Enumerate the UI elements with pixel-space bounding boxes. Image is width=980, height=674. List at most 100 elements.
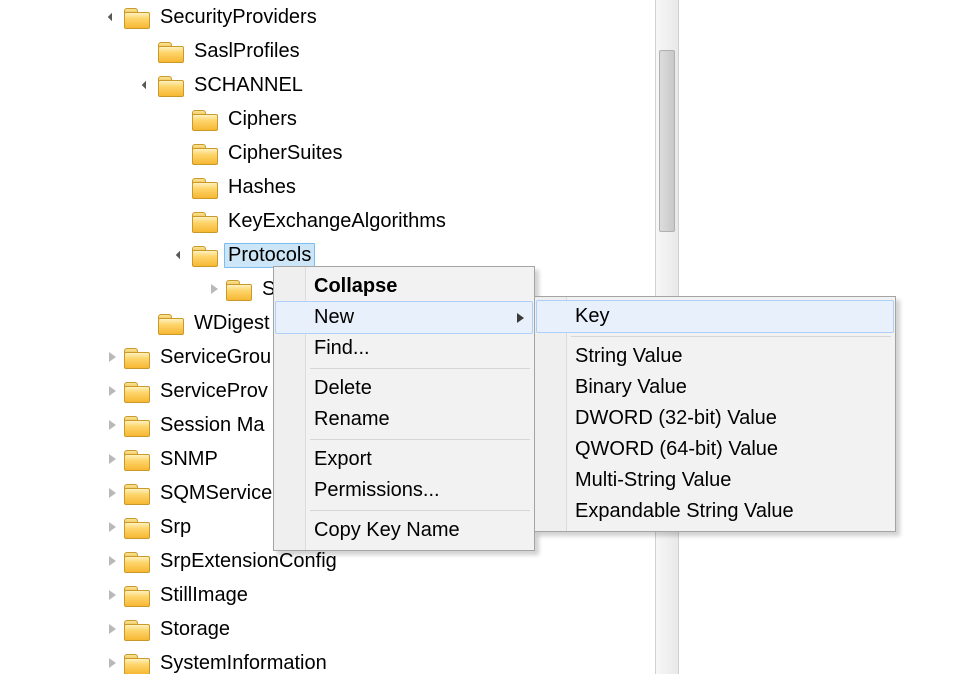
tree-item[interactable]: Hashes bbox=[0, 170, 655, 204]
menu-item[interactable]: Export bbox=[276, 444, 532, 475]
folder-icon bbox=[124, 6, 150, 28]
menu-separator bbox=[571, 336, 891, 337]
menu-item-label: DWORD (32-bit) Value bbox=[575, 407, 777, 429]
tree-item-label[interactable]: Protocols bbox=[224, 243, 315, 268]
menu-item-label: Key bbox=[575, 305, 609, 327]
tree-item-label[interactable]: StillImage bbox=[156, 583, 252, 608]
tree-item[interactable]: SystemInformation bbox=[0, 646, 655, 674]
folder-icon bbox=[124, 482, 150, 504]
expand-icon[interactable] bbox=[204, 279, 224, 299]
folder-icon bbox=[192, 108, 218, 130]
folder-icon bbox=[124, 550, 150, 572]
menu-item[interactable]: Expandable String Value bbox=[537, 496, 893, 527]
folder-icon bbox=[124, 346, 150, 368]
tree-item[interactable]: KeyExchangeAlgorithms bbox=[0, 204, 655, 238]
context-menu: Collapse New Find... Delete Rename Export Perm… bbox=[273, 266, 535, 551]
tree-item-label[interactable]: SecurityProviders bbox=[156, 5, 321, 30]
expand-icon[interactable] bbox=[102, 347, 122, 367]
menu-item[interactable]: Copy Key Name bbox=[276, 515, 532, 546]
menu-item-label: Expandable String Value bbox=[575, 500, 794, 522]
menu-item[interactable]: Binary Value bbox=[537, 372, 893, 403]
menu-item[interactable]: Find... bbox=[276, 333, 532, 364]
menu-separator bbox=[310, 439, 530, 440]
tree-item-label[interactable]: SQMService bbox=[156, 481, 276, 506]
menu-item[interactable]: Rename bbox=[276, 404, 532, 435]
menu-item-label: New bbox=[314, 306, 354, 328]
menu-item[interactable]: New bbox=[275, 301, 533, 334]
folder-icon bbox=[192, 176, 218, 198]
tree-item-label[interactable]: SaslProfiles bbox=[190, 39, 304, 64]
folder-icon bbox=[192, 142, 218, 164]
submenu-new: Key String Value Binary Value DWORD (32-bit… bbox=[534, 296, 896, 532]
tree-item-label[interactable]: CipherSuites bbox=[224, 141, 347, 166]
tree-item[interactable]: SCHANNEL bbox=[0, 68, 655, 102]
tree-item-label[interactable]: SystemInformation bbox=[156, 651, 331, 674]
expand-icon[interactable] bbox=[102, 619, 122, 639]
menu-item-label: Binary Value bbox=[575, 376, 687, 398]
tree-item-label[interactable]: Session Ma bbox=[156, 413, 269, 438]
tree-item[interactable]: Ciphers bbox=[0, 102, 655, 136]
menu-item[interactable]: QWORD (64-bit) Value bbox=[537, 434, 893, 465]
folder-icon bbox=[124, 618, 150, 640]
expand-icon[interactable] bbox=[102, 415, 122, 435]
menu-item-label: Copy Key Name bbox=[314, 519, 460, 541]
tree-item[interactable]: SaslProfiles bbox=[0, 34, 655, 68]
collapse-icon[interactable] bbox=[102, 7, 122, 27]
folder-icon bbox=[124, 516, 150, 538]
expand-icon[interactable] bbox=[102, 449, 122, 469]
collapse-icon[interactable] bbox=[170, 245, 190, 265]
menu-item[interactable]: Key bbox=[536, 300, 894, 333]
menu-item[interactable]: Collapse bbox=[276, 271, 532, 302]
expand-icon[interactable] bbox=[102, 585, 122, 605]
folder-icon bbox=[124, 448, 150, 470]
collapse-icon[interactable] bbox=[136, 75, 156, 95]
tree-item[interactable]: Storage bbox=[0, 612, 655, 646]
folder-icon bbox=[124, 584, 150, 606]
tree-item-label[interactable]: KeyExchangeAlgorithms bbox=[224, 209, 450, 234]
chevron-right-icon bbox=[517, 313, 524, 323]
menu-item-label: String Value bbox=[575, 345, 682, 367]
menu-item[interactable]: Multi-String Value bbox=[537, 465, 893, 496]
folder-icon bbox=[158, 74, 184, 96]
tree-item-label[interactable]: SrpExtensionConfig bbox=[156, 549, 341, 574]
tree-item-label[interactable]: ServiceProv bbox=[156, 379, 272, 404]
menu-item-label: Rename bbox=[314, 408, 390, 430]
tree-item-label[interactable]: Hashes bbox=[224, 175, 300, 200]
tree-item-label[interactable]: WDigest bbox=[190, 311, 274, 336]
menu-item-label: Collapse bbox=[314, 275, 397, 297]
menu-item-label: QWORD (64-bit) Value bbox=[575, 438, 778, 460]
tree-item-label[interactable]: SNMP bbox=[156, 447, 222, 472]
tree-item-label[interactable]: Ciphers bbox=[224, 107, 301, 132]
tree-item[interactable]: SecurityProviders bbox=[0, 0, 655, 34]
tree-item-label[interactable]: ServiceGrou bbox=[156, 345, 275, 370]
menu-item-label: Export bbox=[314, 448, 372, 470]
folder-icon bbox=[158, 40, 184, 62]
menu-item[interactable]: DWORD (32-bit) Value bbox=[537, 403, 893, 434]
menu-item-label: Multi-String Value bbox=[575, 469, 731, 491]
folder-icon bbox=[158, 312, 184, 334]
tree-item-label[interactable]: Srp bbox=[156, 515, 195, 540]
tree-item-label[interactable]: Storage bbox=[156, 617, 234, 642]
folder-icon bbox=[192, 210, 218, 232]
expand-icon[interactable] bbox=[102, 381, 122, 401]
tree-item[interactable]: StillImage bbox=[0, 578, 655, 612]
folder-icon bbox=[124, 414, 150, 436]
expand-icon[interactable] bbox=[102, 483, 122, 503]
expand-icon[interactable] bbox=[102, 517, 122, 537]
tree-item-label[interactable]: SCHANNEL bbox=[190, 73, 307, 98]
menu-item-label: Permissions... bbox=[314, 479, 440, 501]
menu-separator bbox=[310, 368, 530, 369]
expand-icon[interactable] bbox=[102, 653, 122, 673]
menu-separator bbox=[310, 510, 530, 511]
menu-item[interactable]: Permissions... bbox=[276, 475, 532, 506]
menu-item-label: Delete bbox=[314, 377, 372, 399]
folder-icon bbox=[192, 244, 218, 266]
menu-item[interactable]: String Value bbox=[537, 341, 893, 372]
folder-icon bbox=[124, 380, 150, 402]
folder-icon bbox=[226, 278, 252, 300]
menu-item-label: Find... bbox=[314, 337, 370, 359]
expand-icon[interactable] bbox=[102, 551, 122, 571]
tree-item[interactable]: CipherSuites bbox=[0, 136, 655, 170]
folder-icon bbox=[124, 652, 150, 674]
menu-item[interactable]: Delete bbox=[276, 373, 532, 404]
